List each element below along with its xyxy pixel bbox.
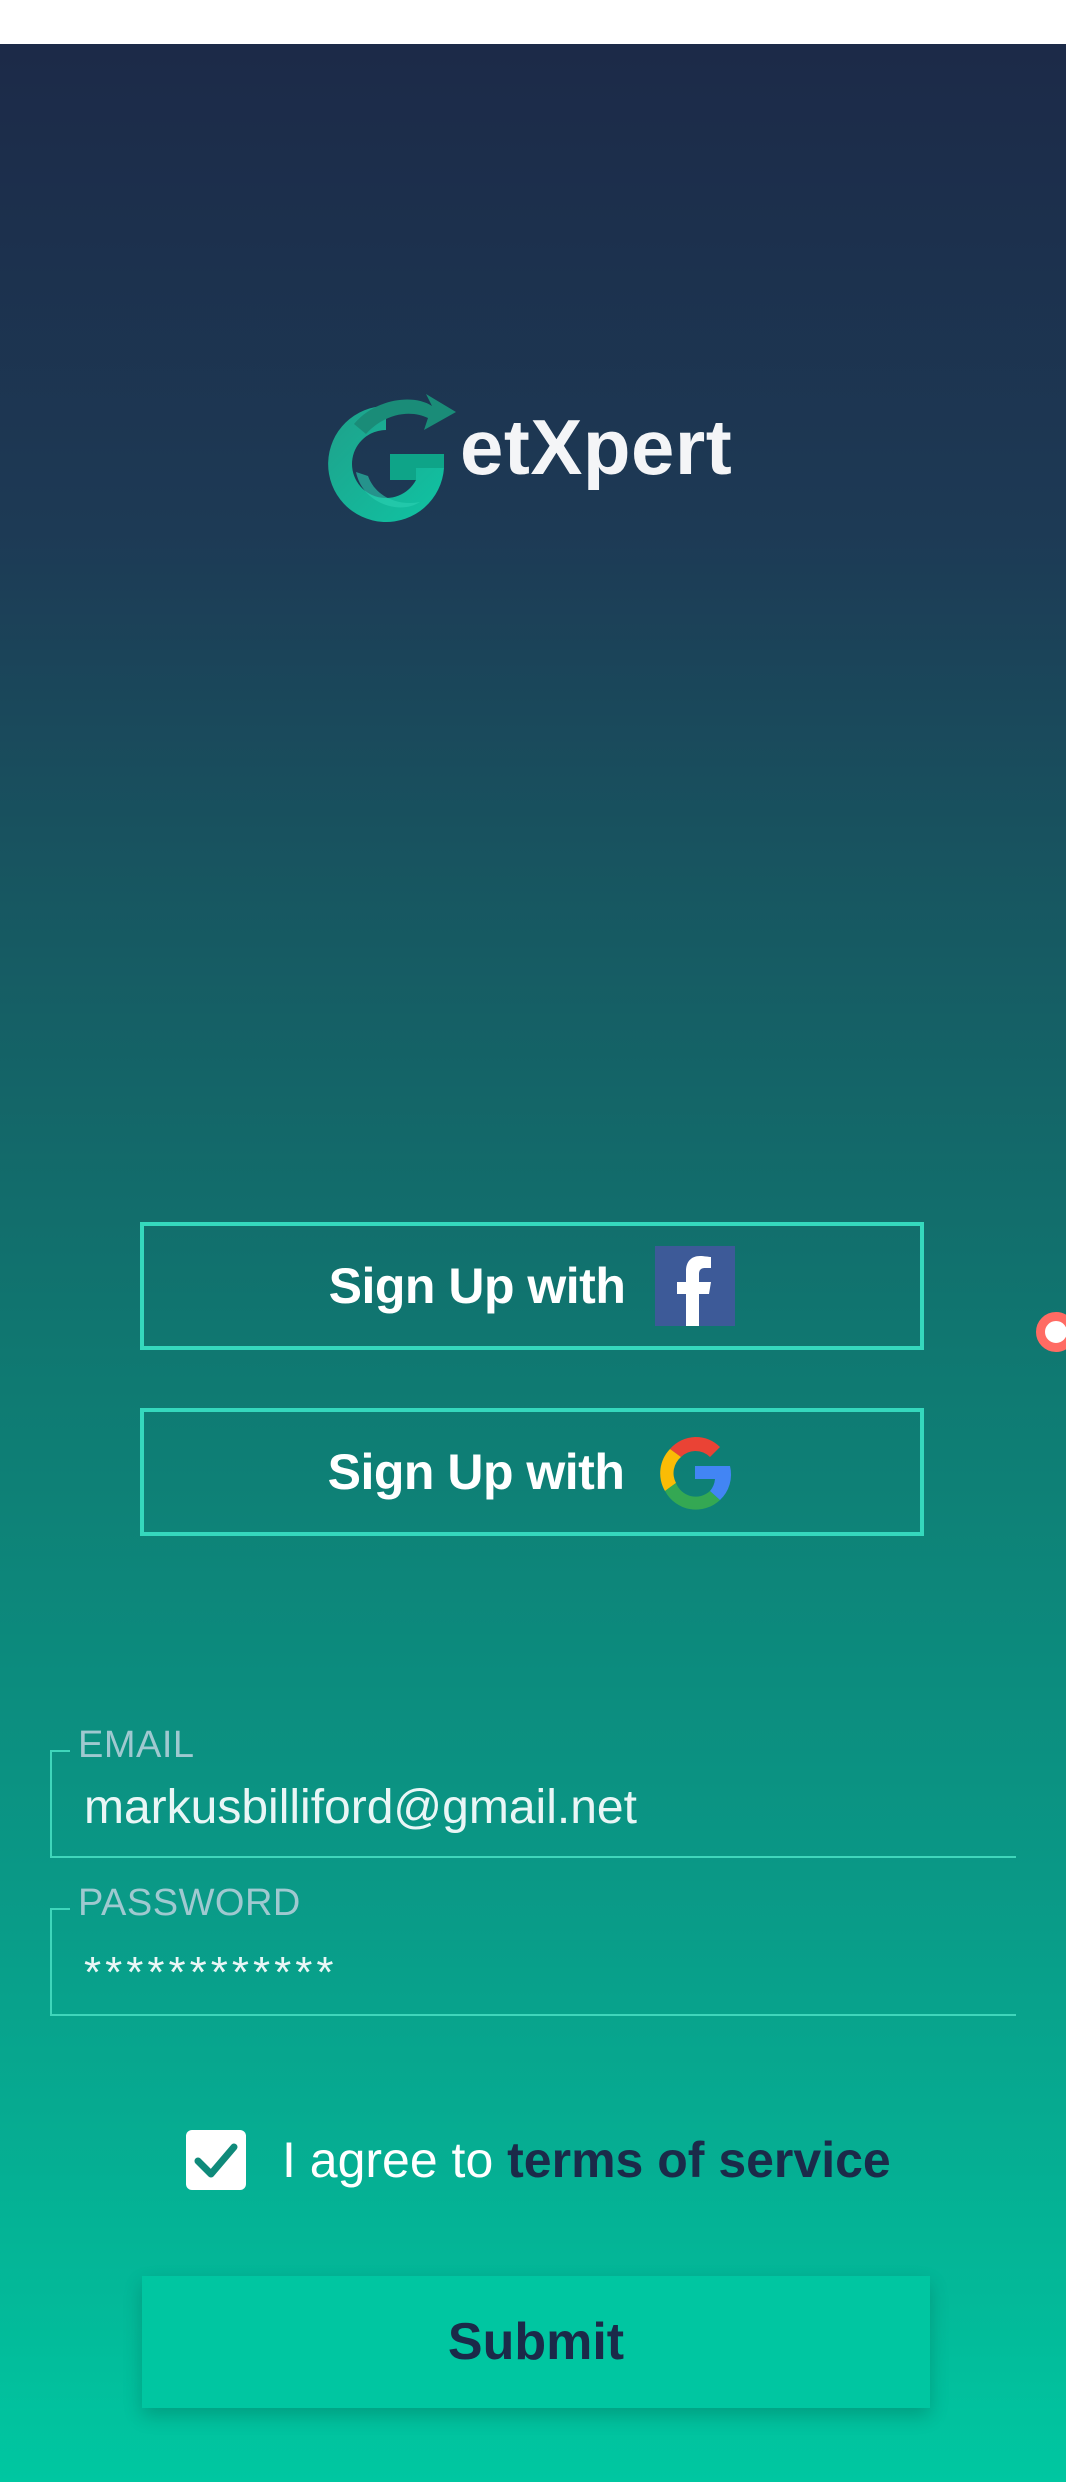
floating-handle[interactable] bbox=[1036, 1312, 1066, 1352]
terms-prefix: I agree to bbox=[282, 2132, 508, 2188]
facebook-signup-label: Sign Up with bbox=[328, 1258, 626, 1314]
getxpert-logo-icon bbox=[328, 394, 456, 522]
signup-screen: etXpert Sign Up with Sign Up with EMAIL … bbox=[0, 44, 1066, 2482]
email-input[interactable] bbox=[84, 1780, 984, 1835]
terms-row: I agree to terms of service bbox=[186, 2128, 891, 2192]
email-field[interactable]: EMAIL bbox=[50, 1724, 1016, 1858]
terms-text: I agree to terms of service bbox=[282, 2131, 891, 2189]
google-icon bbox=[660, 1436, 732, 1510]
submit-button[interactable]: Submit bbox=[142, 2276, 930, 2408]
password-field[interactable]: PASSWORD ************ bbox=[50, 1882, 1016, 2016]
app-logo: etXpert bbox=[316, 384, 756, 534]
facebook-icon bbox=[655, 1246, 736, 1326]
password-input[interactable]: ************ bbox=[84, 1948, 984, 1998]
email-label: EMAIL bbox=[78, 1724, 195, 1766]
google-signup-label: Sign Up with bbox=[327, 1444, 625, 1500]
facebook-signup-button[interactable]: Sign Up with bbox=[140, 1222, 924, 1350]
terms-checkbox[interactable] bbox=[186, 2130, 246, 2190]
terms-of-service-link[interactable]: terms of service bbox=[507, 2132, 891, 2188]
password-label: PASSWORD bbox=[78, 1882, 301, 1924]
checkmark-icon bbox=[194, 2143, 238, 2178]
google-signup-button[interactable]: Sign Up with bbox=[140, 1408, 924, 1536]
brand-name: etXpert bbox=[460, 403, 733, 491]
